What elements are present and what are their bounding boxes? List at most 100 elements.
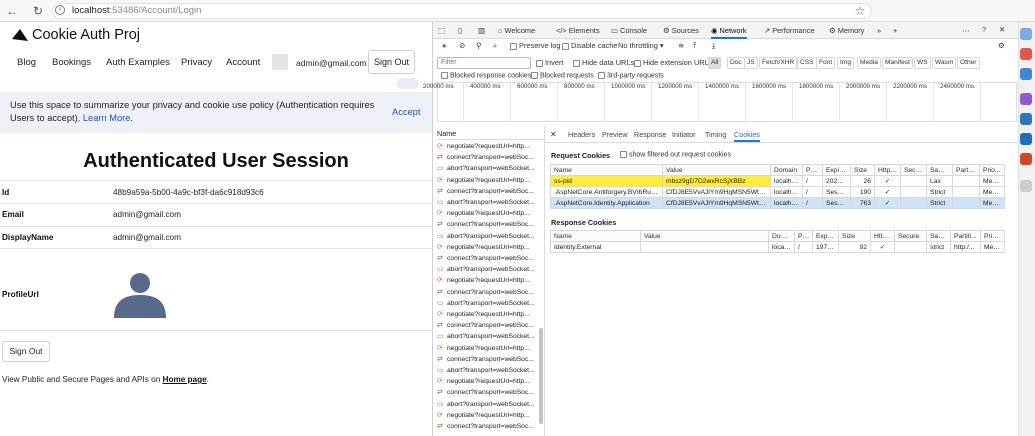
- add-sidebar-icon[interactable]: [1020, 180, 1032, 192]
- type-filter-css[interactable]: CSS: [797, 57, 817, 69]
- show-filtered-checkbox[interactable]: show filtered out request cookies: [620, 151, 731, 158]
- invert-checkbox[interactable]: Invert: [536, 58, 563, 67]
- request-row[interactable]: ⟳ negotiate?requestUrl=http...: [437, 175, 538, 186]
- cookie-row[interactable]: ss-pid mbsz9gD7D2wxRcSjXBBz localhost/2025…: [550, 175, 1005, 187]
- search-sidebar-icon[interactable]: [1020, 28, 1032, 40]
- column-header[interactable]: Name: [550, 230, 641, 242]
- network-filter-input[interactable]: Filter: [437, 57, 531, 69]
- cookie-row[interactable]: .AspNetCore.Identity.Application CfDJ8E5V…: [550, 197, 1005, 209]
- more-tabs-icon[interactable]: »: [877, 26, 881, 35]
- clear-icon[interactable]: ⊘: [459, 41, 465, 50]
- cookie-row[interactable]: Identity.External local.../1970-... 92 ✓ str…: [550, 241, 1005, 253]
- column-header[interactable]: Size: [838, 230, 871, 242]
- request-row[interactable]: ⟳ negotiate?requestUrl=http...: [437, 376, 538, 387]
- request-row[interactable]: ⇄ connect?transport=webSoc...: [437, 219, 538, 230]
- request-row[interactable]: ⇄ connect?transport=webSoc...: [437, 287, 538, 298]
- type-filter-js[interactable]: JS: [744, 57, 758, 69]
- nav-bookings[interactable]: Bookings: [52, 57, 91, 68]
- filter-icon[interactable]: ⚲: [476, 41, 481, 50]
- request-row[interactable]: ⟳ negotiate?requestUrl=http...: [437, 141, 538, 152]
- blocked-cookies-checkbox[interactable]: Blocked response cookies: [441, 72, 531, 79]
- request-row[interactable]: ▭ abort?transport=webSocket...: [437, 399, 538, 410]
- accept-cookies-button[interactable]: Accept: [392, 107, 420, 117]
- request-row[interactable]: ⇄ connect?transport=webSoc...: [437, 421, 538, 432]
- request-row[interactable]: ⟳ negotiate?requestUrl=http...: [437, 208, 538, 219]
- request-row[interactable]: ⟳ negotiate?requestUrl=http...: [437, 410, 538, 421]
- column-header[interactable]: Prio...: [979, 164, 1005, 176]
- column-header[interactable]: Same...: [926, 164, 953, 176]
- nav-account[interactable]: Account: [226, 57, 260, 68]
- request-list-scrollbar[interactable]: [539, 328, 543, 424]
- devtools-tab-performance[interactable]: ↗ Performance: [764, 22, 815, 39]
- network-settings-icon[interactable]: ⚙: [998, 41, 1005, 50]
- request-row[interactable]: ⇄ connect?transport=webSoc...: [437, 253, 538, 264]
- subtab-response[interactable]: Response: [634, 128, 666, 142]
- download-icon[interactable]: ⤓: [712, 41, 715, 51]
- close-devtools-icon[interactable]: ✕: [999, 25, 1005, 34]
- blocked-requests-checkbox[interactable]: Blocked requests: [531, 72, 594, 79]
- column-header[interactable]: Value: [640, 230, 769, 242]
- devtools-tab-sources[interactable]: ⚙ Sources: [663, 22, 699, 39]
- shopping-icon[interactable]: [1020, 48, 1032, 60]
- upload-icon[interactable]: ⤒: [693, 41, 696, 51]
- column-header[interactable]: Path: [802, 164, 823, 176]
- tools-icon[interactable]: [1020, 68, 1032, 80]
- column-header[interactable]: Secure: [894, 230, 927, 242]
- type-filter-ws[interactable]: WS: [914, 57, 931, 69]
- request-row[interactable]: ⇄ connect?transport=webSoc...: [437, 186, 538, 197]
- devtools-tab-memory[interactable]: ⚙ Memory: [829, 22, 864, 39]
- theme-toggle[interactable]: [397, 78, 419, 89]
- hide-extension-urls-checkbox[interactable]: Hide extension URLs: [634, 58, 712, 67]
- column-header[interactable]: Expire...: [812, 230, 839, 242]
- column-header[interactable]: Path: [794, 230, 813, 242]
- request-row[interactable]: ▭ abort?transport=webSocket...: [437, 331, 538, 342]
- request-row[interactable]: ▭ abort?transport=webSocket...: [437, 163, 538, 174]
- subtab-initiator[interactable]: Initiator: [672, 128, 696, 142]
- column-header[interactable]: Name: [550, 164, 663, 176]
- nav-blog[interactable]: Blog: [17, 57, 36, 68]
- office-icon[interactable]: [1020, 113, 1032, 125]
- request-row[interactable]: ⇄ connect?transport=webSoc...: [437, 387, 538, 398]
- type-filter-manifest[interactable]: Manifest: [882, 57, 913, 69]
- request-row[interactable]: ▭ abort?transport=webSocket...: [437, 298, 538, 309]
- column-header[interactable]: Domain: [770, 164, 803, 176]
- url-text[interactable]: localhost:53486/Account/Login: [72, 3, 201, 19]
- column-header[interactable]: Size: [850, 164, 875, 176]
- column-header[interactable]: Partiti...: [950, 230, 981, 242]
- request-row[interactable]: ▭ abort?transport=webSocket...: [437, 365, 538, 376]
- nav-auth-examples[interactable]: Auth Examples: [106, 57, 170, 68]
- column-header[interactable]: Http...: [874, 164, 901, 176]
- request-row[interactable]: ⟳ negotiate?requestUrl=http...: [437, 343, 538, 354]
- brand-name[interactable]: Cookie Auth Proj: [32, 27, 140, 43]
- info-icon[interactable]: i: [55, 5, 65, 15]
- wifi-icon[interactable]: ≋: [678, 41, 684, 50]
- learn-more-link[interactable]: Learn More: [83, 113, 131, 123]
- search-icon[interactable]: ⌕: [493, 41, 497, 51]
- request-row[interactable]: ⟳ negotiate?requestUrl=http...: [437, 275, 538, 286]
- request-list-name-header[interactable]: Name: [437, 128, 545, 140]
- request-row[interactable]: ▭ abort?transport=webSocket...: [437, 197, 538, 208]
- type-filter-other[interactable]: Other: [957, 57, 980, 69]
- column-header[interactable]: Http...: [870, 230, 895, 242]
- type-filter-doc[interactable]: Doc: [727, 57, 745, 69]
- outlook-icon[interactable]: [1020, 133, 1032, 145]
- signout-button[interactable]: Sign Out: [2, 341, 50, 362]
- inspect-icon[interactable]: ⬚: [438, 26, 445, 35]
- request-row[interactable]: ⇄ connect?transport=webSoc...: [437, 152, 538, 163]
- disable-cache-checkbox[interactable]: Disable cache: [562, 41, 617, 50]
- nav-privacy[interactable]: Privacy: [181, 57, 212, 68]
- help-icon[interactable]: ?: [982, 25, 986, 34]
- favorite-icon[interactable]: ☆: [852, 3, 868, 19]
- column-header[interactable]: Prio...: [980, 230, 1005, 242]
- subtab-headers[interactable]: Headers: [568, 128, 595, 142]
- type-filter-media[interactable]: Media: [857, 57, 881, 69]
- hide-data-urls-checkbox[interactable]: Hide data URLs: [573, 58, 634, 67]
- powerpoint-icon[interactable]: [1020, 153, 1032, 165]
- devtools-tab-welcome[interactable]: ⌂ Welcome: [498, 22, 535, 39]
- column-header[interactable]: Partiti...: [952, 164, 980, 176]
- subtab-preview[interactable]: Preview: [602, 128, 628, 142]
- devtools-tab-elements[interactable]: </> Elements: [556, 22, 600, 39]
- request-row[interactable]: ⟳ negotiate?requestUrl=http...: [437, 242, 538, 253]
- request-row[interactable]: ⇄ connect?transport=webSoc...: [437, 320, 538, 331]
- header-signout-button[interactable]: Sign Out: [368, 50, 415, 74]
